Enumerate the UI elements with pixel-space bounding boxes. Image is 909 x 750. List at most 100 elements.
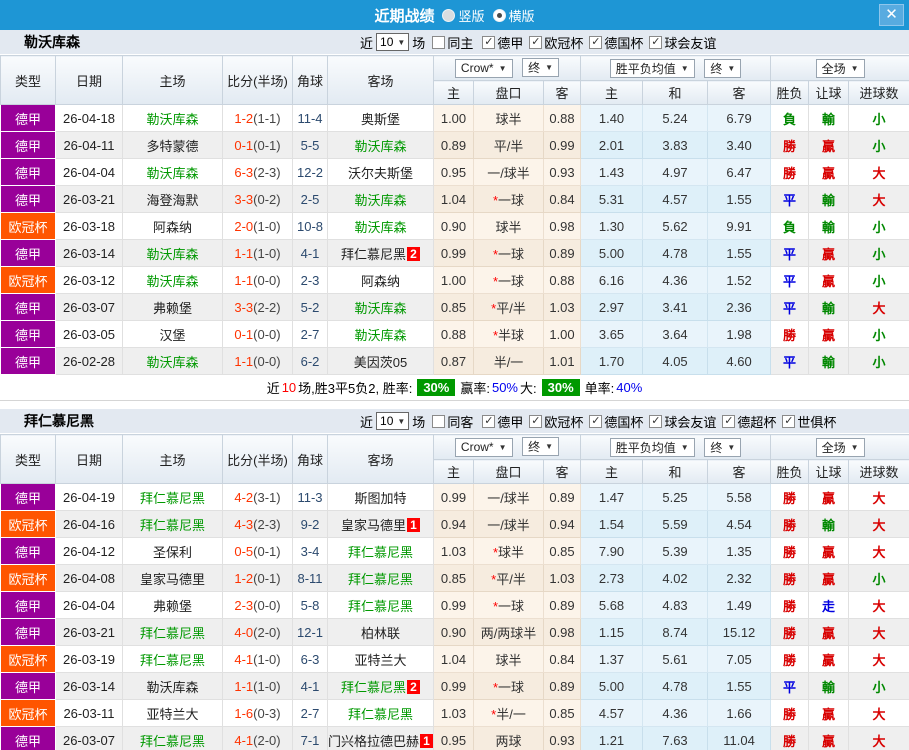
cell-league-type: 德甲 — [1, 727, 56, 750]
away-team-name: 沃尔夫斯堡 — [348, 166, 413, 181]
recent-count-value: 10 — [380, 35, 393, 49]
scope-select[interactable]: 全场▼ — [816, 438, 865, 457]
cell-league-type: 德甲 — [1, 105, 56, 132]
cell-mean-lose: 1.55 — [708, 673, 771, 700]
odds-time-select[interactable]: 终▼ — [522, 58, 559, 77]
cell-result: 負 — [771, 105, 809, 132]
cell-away-team: 勒沃库森 — [328, 321, 434, 348]
league-filter-checkbox[interactable]: ✓德甲 — [482, 412, 523, 431]
recent-count-select[interactable]: 10 ▼ — [376, 412, 409, 430]
cell-league-type: 德甲 — [1, 294, 56, 321]
cell-odds-home: 0.90 — [434, 213, 474, 240]
league-filter-checkbox[interactable]: ✓欧冠杯 — [529, 33, 583, 52]
summary-segment: 单率: — [585, 378, 615, 397]
col-mean-draw: 和 — [643, 460, 708, 484]
score-halftime: (3-1) — [253, 490, 280, 505]
cell-corners: 6-2 — [293, 348, 328, 375]
away-team-name: 勒沃库森 — [354, 220, 406, 235]
cell-odds-away: 0.98 — [544, 213, 581, 240]
cell-score: 1-2(1-1) — [223, 105, 293, 132]
cell-mean-win: 1.43 — [581, 159, 643, 186]
cell-corners: 11-3 — [293, 484, 328, 511]
mean-time-select[interactable]: 终▼ — [704, 438, 741, 457]
horizontal-label: 横版 — [509, 6, 535, 25]
league-filter-checkbox[interactable]: ✓德国杯 — [589, 412, 643, 431]
score-halftime: (2-0) — [253, 733, 280, 748]
cell-handicap: *平/半 — [474, 565, 544, 592]
cell-home-team: 拜仁慕尼黑 — [123, 484, 223, 511]
cell-odds-home: 0.89 — [434, 132, 474, 159]
same-venue-checkbox[interactable]: 同主 — [432, 33, 473, 52]
mean-time-select[interactable]: 终▼ — [704, 59, 741, 78]
cell-result: 勝 — [771, 565, 809, 592]
cell-goals-result: 大 — [849, 484, 909, 511]
col-corner: 角球 — [293, 435, 328, 484]
cell-handicap-result: 贏 — [809, 538, 849, 565]
league-filter-label: 德国杯 — [604, 412, 643, 431]
cell-odds-home: 0.94 — [434, 511, 474, 538]
mean-select[interactable]: 胜平负均值▼ — [610, 59, 695, 78]
score-fulltime: 4-3 — [234, 517, 253, 532]
cell-handicap-result: 贏 — [809, 321, 849, 348]
cell-score: 3-3(0-2) — [223, 186, 293, 213]
away-team-name: 拜仁慕尼黑 — [341, 680, 406, 695]
cell-score: 6-3(2-3) — [223, 159, 293, 186]
col-handicap-result: 让球 — [809, 81, 849, 105]
score-halftime: (2-2) — [253, 300, 280, 315]
cell-mean-lose: 4.60 — [708, 348, 771, 375]
odds-time-select[interactable]: 终▼ — [522, 437, 559, 456]
odds-company-select[interactable]: Crow*▼ — [455, 59, 513, 78]
league-filter-checkbox[interactable]: ✓欧冠杯 — [529, 412, 583, 431]
league-filter-checkbox[interactable]: ✓德超杯 — [722, 412, 776, 431]
cell-goals-result: 大 — [849, 619, 909, 646]
away-team-name: 拜仁慕尼黑 — [348, 599, 413, 614]
match-row: 欧冠杯26-03-11亚特兰大1-6(0-3)2-7拜仁慕尼黑1.03*半/一0… — [1, 700, 909, 727]
same-venue-checkbox[interactable]: 同客 — [432, 412, 473, 431]
mean-select[interactable]: 胜平负均值▼ — [610, 438, 695, 457]
cell-corners: 12-2 — [293, 159, 328, 186]
layout-vertical-option[interactable]: 竖版 — [442, 6, 484, 25]
cell-league-type: 德甲 — [1, 673, 56, 700]
col-score: 比分(半场) — [223, 56, 293, 105]
league-filter-label: 世俱杯 — [797, 412, 836, 431]
cell-mean-lose: 5.58 — [708, 484, 771, 511]
league-filter-checkbox[interactable]: ✓德甲 — [482, 33, 523, 52]
recent-count-select[interactable]: 10 ▼ — [376, 33, 409, 51]
cell-corners: 2-7 — [293, 700, 328, 727]
mean-group: 胜平负均值▼ 终▼ — [581, 435, 771, 460]
handicap-text: 一球 — [498, 680, 524, 695]
col-score: 比分(半场) — [223, 435, 293, 484]
odds-company-select[interactable]: Crow*▼ — [455, 438, 513, 457]
cell-handicap-result: 贏 — [809, 700, 849, 727]
league-filter-label: 欧冠杯 — [544, 412, 583, 431]
vertical-label: 竖版 — [458, 6, 484, 25]
cell-handicap: *一球 — [474, 592, 544, 619]
match-row: 德甲26-04-11多特蒙德0-1(0-1)5-5勒沃库森0.89平/半0.99… — [1, 132, 909, 159]
scope-select[interactable]: 全场▼ — [816, 59, 865, 78]
cell-away-team: 勒沃库森 — [328, 186, 434, 213]
league-filter-checkbox[interactable]: ✓球会友谊 — [649, 33, 716, 52]
cell-away-team: 拜仁慕尼黑 — [328, 592, 434, 619]
cell-goals-result: 大 — [849, 592, 909, 619]
cell-result: 勝 — [771, 592, 809, 619]
score-halftime: (1-0) — [253, 219, 280, 234]
cell-goals-result: 大 — [849, 511, 909, 538]
match-row: 德甲26-03-14勒沃库森1-1(1-0)4-1拜仁慕尼黑20.99*一球0.… — [1, 673, 909, 700]
close-button[interactable]: ✕ — [879, 4, 904, 26]
score-halftime: (1-0) — [253, 679, 280, 694]
layout-horizontal-option[interactable]: 横版 — [493, 6, 535, 25]
dropdown-arrow-icon: ▼ — [851, 443, 859, 452]
match-row: 德甲26-03-05汉堡0-1(0-0)2-7勒沃库森0.88*半球1.003.… — [1, 321, 909, 348]
dropdown-arrow-icon: ▼ — [681, 64, 689, 73]
score-fulltime: 1-1 — [234, 354, 253, 369]
league-filter-checkbox[interactable]: ✓德国杯 — [589, 33, 643, 52]
league-filter-checkbox[interactable]: ✓球会友谊 — [649, 412, 716, 431]
cell-result: 勝 — [771, 484, 809, 511]
same-venue-label: 同主 — [447, 33, 473, 52]
cell-odds-home: 1.04 — [434, 646, 474, 673]
cell-score: 4-0(2-0) — [223, 619, 293, 646]
cell-corners: 4-1 — [293, 240, 328, 267]
league-filter-checkbox[interactable]: ✓世俱杯 — [782, 412, 836, 431]
cell-score: 1-1(1-0) — [223, 240, 293, 267]
match-row: 德甲26-04-04弗赖堡2-3(0-0)5-8拜仁慕尼黑0.99*一球0.89… — [1, 592, 909, 619]
